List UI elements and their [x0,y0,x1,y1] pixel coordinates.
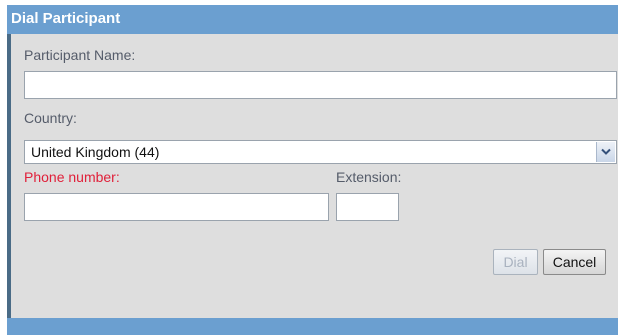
participant-name-label: Participant Name: [24,47,136,63]
phone-number-input[interactable] [24,193,329,221]
country-select[interactable]: United Kingdom (44) [24,140,617,164]
select-dropdown-button[interactable] [596,142,615,162]
extension-input[interactable] [336,193,399,221]
dialog-title: Dial Participant [11,10,121,27]
country-label: Country: [24,110,77,126]
chevron-down-icon [601,148,611,155]
cancel-button[interactable]: Cancel [543,249,606,275]
dial-button[interactable]: Dial [493,249,538,275]
dialog-bottom-bar [7,318,618,335]
extension-label: Extension: [336,169,402,185]
phone-number-label: Phone number: [24,169,120,185]
country-selected-value: United Kingdom (44) [31,144,160,160]
dial-participant-dialog: Dial Participant Participant Name: Count… [7,5,618,335]
dialog-titlebar[interactable]: Dial Participant [7,5,618,34]
participant-name-input[interactable] [24,71,617,99]
dialog-left-border [7,34,11,318]
